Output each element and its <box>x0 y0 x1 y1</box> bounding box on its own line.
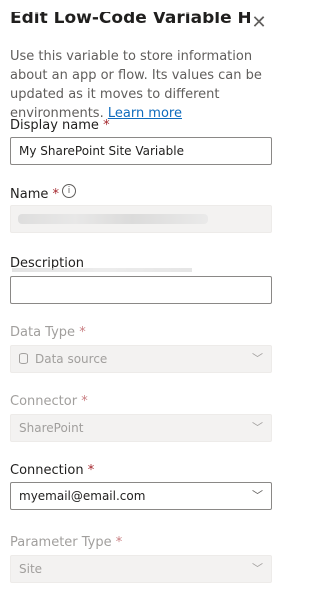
parameter-type-value: Site <box>19 562 43 576</box>
chevron-down-icon: ﹀ <box>252 352 263 365</box>
chevron-down-icon: ﹀ <box>252 421 263 434</box>
required-marker: * <box>79 325 86 340</box>
parameter-type-dropdown: Site ﹀ <box>10 555 272 583</box>
required-marker: * <box>52 187 60 202</box>
required-marker: * <box>115 535 123 550</box>
learn-more-link[interactable]: Learn more <box>108 106 182 121</box>
display-name-value: My SharePoint Site Variable <box>19 144 184 158</box>
parameter-type-label: Parameter Type * <box>10 535 122 550</box>
name-label: Name * <box>10 187 59 202</box>
redacted-value <box>18 214 208 224</box>
close-icon[interactable]: ✕ <box>250 14 268 32</box>
data-type-label: Data Type * <box>10 325 86 340</box>
connector-value: SharePoint <box>19 421 84 435</box>
display-name-field[interactable]: My SharePoint Site Variable <box>10 137 272 165</box>
connection-label-text: Connection <box>10 463 84 478</box>
required-marker: * <box>103 118 110 133</box>
data-type-value: Data source <box>35 352 108 366</box>
chevron-down-icon[interactable]: ﹀ <box>252 483 263 509</box>
connector-label-text: Connector <box>10 394 78 409</box>
display-name-label: Display name * <box>10 118 110 133</box>
title-mask <box>0 0 288 12</box>
chevron-down-icon: ﹀ <box>252 562 263 575</box>
data-type-dropdown: Data source ﹀ <box>10 345 272 373</box>
connector-dropdown: SharePoint ﹀ <box>10 414 272 442</box>
info-icon[interactable]: i <box>62 184 76 198</box>
connection-dropdown[interactable]: myemail@email.com ﹀ <box>10 482 272 510</box>
required-marker: * <box>87 463 95 478</box>
required-marker: * <box>81 394 88 409</box>
data-type-label-text: Data Type <box>10 325 76 340</box>
name-label-text: Name <box>10 187 49 202</box>
help-text: Use this variable to store information a… <box>10 47 276 123</box>
connector-label: Connector * <box>10 394 88 409</box>
description-field[interactable] <box>10 276 272 304</box>
parameter-type-label-text: Parameter Type <box>10 535 112 550</box>
database-icon <box>19 353 28 364</box>
redacted-description <box>12 268 192 272</box>
connection-value: myemail@email.com <box>19 489 146 503</box>
display-name-label-text: Display name <box>10 118 99 133</box>
connection-label: Connection * <box>10 463 94 478</box>
